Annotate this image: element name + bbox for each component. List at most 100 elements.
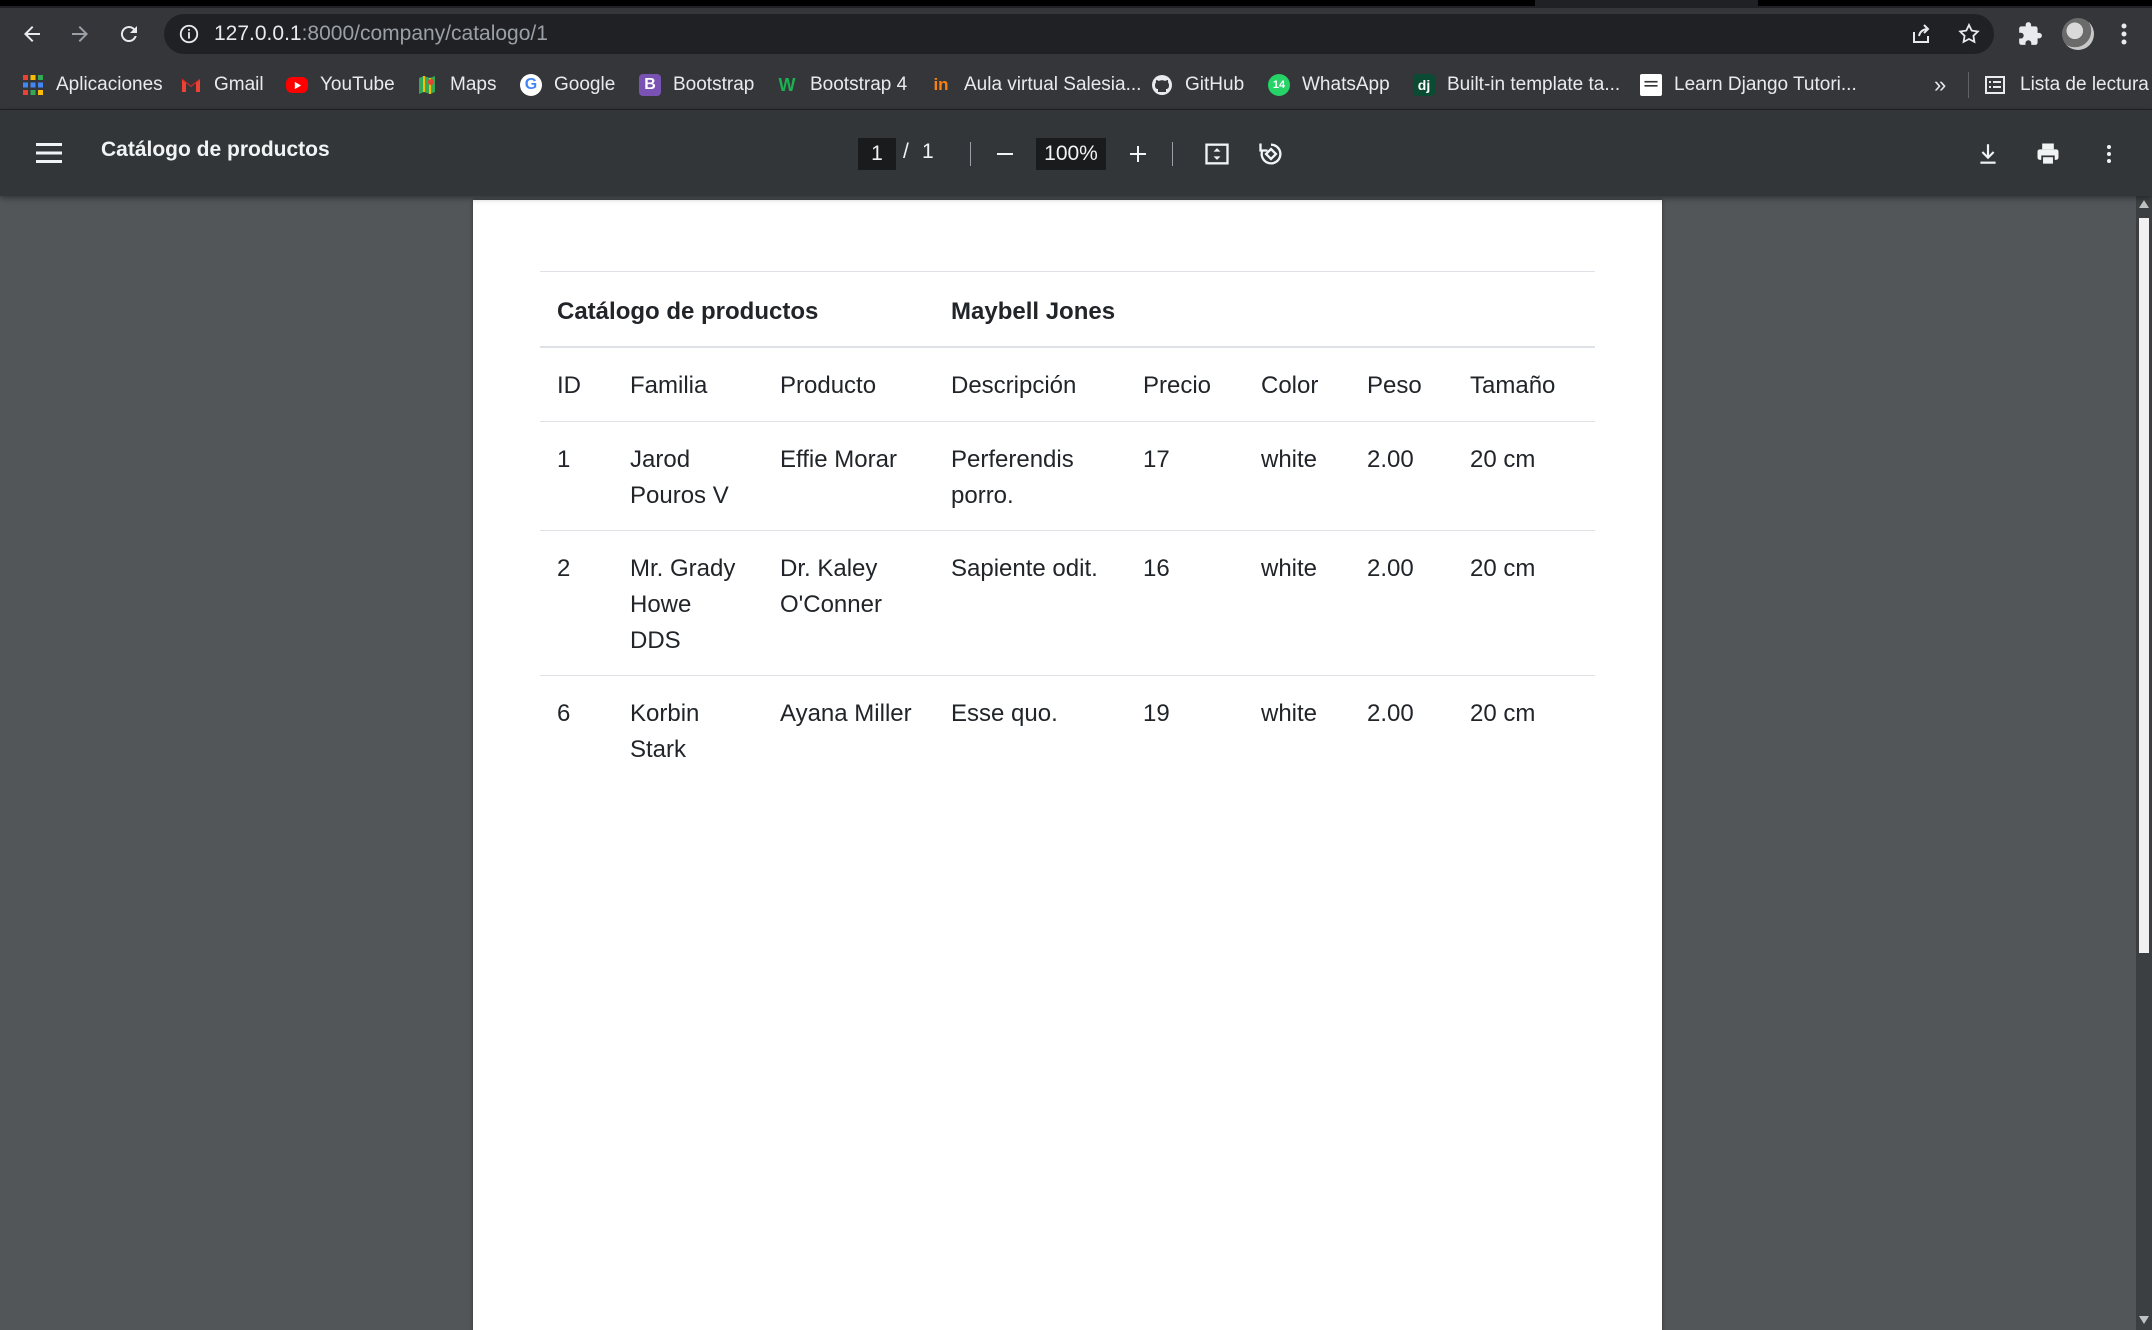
cell-id: 6 bbox=[557, 700, 571, 727]
profile-avatar[interactable] bbox=[2062, 18, 2094, 50]
url-text[interactable]: 127.0.0.1:8000/company/catalogo/1 bbox=[214, 22, 548, 46]
dj-icon: dj bbox=[1413, 74, 1435, 96]
table-row: 1 Jarod Pouros V Effie Morar Perferendis… bbox=[540, 421, 1595, 531]
table-header-row: ID Familia Producto Descripción Precio C… bbox=[540, 346, 1595, 422]
cell-tamano: 20 cm bbox=[1453, 421, 1595, 531]
bookmark-bootstrap-4[interactable]: W Bootstrap 4 bbox=[776, 60, 908, 110]
info-icon[interactable] bbox=[178, 23, 200, 45]
cell-familia: Jarod Pouros V bbox=[613, 421, 763, 531]
github-icon bbox=[1151, 74, 1173, 96]
cell-id: 1 bbox=[540, 421, 613, 531]
forward-button[interactable] bbox=[62, 16, 98, 52]
rotate-button[interactable] bbox=[1251, 134, 1291, 174]
cell-descripcion: Perferendis porro. bbox=[934, 421, 1126, 531]
share-icon[interactable] bbox=[1909, 22, 1933, 46]
browser-toolbar: 127.0.0.1:8000/company/catalogo/1 bbox=[0, 8, 2152, 60]
bookmark-label: Bootstrap 4 bbox=[810, 74, 908, 95]
pdf-toolbar: Catálogo de productos 1 / 1 100% bbox=[0, 110, 2152, 196]
back-button[interactable] bbox=[14, 16, 50, 52]
toolbar-divider bbox=[970, 142, 971, 166]
address-bar[interactable]: 127.0.0.1:8000/company/catalogo/1 bbox=[164, 14, 1994, 54]
apps-grid-icon bbox=[22, 74, 44, 96]
zoom-in-button[interactable] bbox=[1118, 134, 1158, 174]
page-icon bbox=[1640, 74, 1662, 96]
bookmark-github[interactable]: GitHub bbox=[1151, 60, 1244, 110]
reading-list-button[interactable]: Lista de lectura bbox=[1984, 60, 2149, 110]
company-name: Maybell Jones bbox=[934, 271, 1595, 348]
cell-producto: Dr. Kaley O'Conner bbox=[763, 530, 934, 676]
cell-precio: 17 bbox=[1126, 421, 1244, 531]
browser-menu-icon[interactable] bbox=[2112, 18, 2136, 50]
scroll-down-arrow-icon[interactable] bbox=[2139, 1316, 2149, 1324]
print-button[interactable] bbox=[2028, 134, 2068, 174]
arrow-left-icon bbox=[24, 26, 40, 42]
cell-color: white bbox=[1244, 421, 1350, 531]
bookmark-whatsapp[interactable]: 14 WhatsApp bbox=[1268, 60, 1390, 110]
cell-peso: 2.00 bbox=[1350, 421, 1453, 531]
fit-page-button[interactable] bbox=[1197, 134, 1237, 174]
column-header: ID bbox=[540, 346, 613, 422]
url-path: :8000/company/catalogo/1 bbox=[301, 22, 548, 45]
bookmark-star-icon[interactable] bbox=[1957, 22, 1981, 46]
download-icon bbox=[1980, 144, 1996, 164]
zoom-input[interactable]: 100% bbox=[1036, 138, 1106, 170]
pdf-viewer[interactable]: Catálogo de productos Maybell Jones ID F… bbox=[0, 196, 2136, 1330]
pdf-page: Catálogo de productos Maybell Jones ID F… bbox=[473, 200, 1662, 1330]
column-header: Producto bbox=[763, 346, 934, 422]
zoom-out-button[interactable] bbox=[985, 134, 1025, 174]
bookmark-label: Gmail bbox=[214, 74, 264, 95]
scrollbar-thumb[interactable] bbox=[2139, 218, 2149, 953]
reading-list-label: Lista de lectura bbox=[2020, 74, 2149, 95]
bookmark-label: Aplicaciones bbox=[56, 74, 163, 95]
bookmark-bootstrap[interactable]: B Bootstrap bbox=[639, 60, 754, 110]
bookmarks-overflow-button[interactable]: » bbox=[1934, 72, 1946, 98]
column-header: Color bbox=[1244, 346, 1350, 422]
cell-precio: 19 bbox=[1143, 700, 1170, 727]
fit-to-page-icon bbox=[1205, 143, 1229, 165]
bookmarks-divider bbox=[1968, 72, 1969, 98]
cell-tamano: 20 cm bbox=[1453, 530, 1595, 676]
reload-button[interactable] bbox=[111, 16, 147, 52]
url-host: 127.0.0.1 bbox=[214, 22, 302, 45]
bookmark-label: Aula virtual Salesia... bbox=[964, 74, 1142, 95]
bookmark-label: Bootstrap bbox=[673, 74, 755, 95]
bookmark-aplicaciones[interactable]: Aplicaciones bbox=[22, 60, 163, 110]
extensions-button[interactable] bbox=[2014, 18, 2046, 50]
arrow-right-icon bbox=[72, 26, 88, 42]
cell-id: 2 bbox=[540, 530, 613, 676]
bookmark-maps[interactable]: Maps bbox=[416, 60, 496, 110]
menu-icon[interactable] bbox=[34, 139, 64, 167]
bookmark-learn-django[interactable]: Learn Django Tutori... bbox=[1640, 60, 1857, 110]
bookmark-google[interactable]: G Google bbox=[520, 60, 615, 110]
page-number-input[interactable]: 1 bbox=[858, 138, 896, 170]
printer-icon bbox=[2037, 143, 2059, 166]
bookmark-label: Maps bbox=[450, 74, 497, 95]
minus-icon bbox=[997, 153, 1013, 155]
vertical-scrollbar[interactable] bbox=[2136, 196, 2152, 1330]
cell-producto: Effie Morar bbox=[763, 421, 934, 531]
bookmarks-bar: Aplicaciones Gmail YouTube Maps G Google… bbox=[0, 60, 2152, 110]
bookmark-gmail[interactable]: Gmail bbox=[180, 60, 264, 110]
tab-strip bbox=[0, 0, 2152, 8]
in-icon: in bbox=[933, 75, 949, 94]
bookmark-django-templates[interactable]: dj Built-in template ta... bbox=[1413, 60, 1620, 110]
bookmark-label: WhatsApp bbox=[1302, 74, 1390, 95]
cell-descripcion: Sapiente odit. bbox=[934, 530, 1126, 676]
cell-peso: 2.00 bbox=[1367, 700, 1414, 727]
google-icon: G bbox=[520, 74, 542, 96]
scroll-up-arrow-icon[interactable] bbox=[2139, 200, 2149, 208]
bookmark-youtube[interactable]: YouTube bbox=[286, 60, 395, 110]
youtube-icon bbox=[286, 77, 308, 93]
column-header: Descripción bbox=[934, 346, 1126, 422]
bookmark-aula-virtual[interactable]: in Aula virtual Salesia... bbox=[930, 60, 1141, 110]
bookmark-label: Built-in template ta... bbox=[1447, 74, 1621, 95]
cell-color: white bbox=[1244, 530, 1350, 676]
column-header: Precio bbox=[1126, 346, 1244, 422]
more-options-button[interactable] bbox=[2089, 134, 2129, 174]
table-row: 2 Mr. Grady Howe DDS Dr. Kaley O'Conner … bbox=[540, 530, 1595, 676]
cell-color: white bbox=[1261, 700, 1318, 727]
reading-list-icon bbox=[1985, 76, 2005, 94]
toolbar-divider bbox=[1172, 142, 1173, 166]
catalog-table: Catálogo de productos Maybell Jones ID F… bbox=[540, 271, 1595, 784]
download-button[interactable] bbox=[1968, 134, 2008, 174]
